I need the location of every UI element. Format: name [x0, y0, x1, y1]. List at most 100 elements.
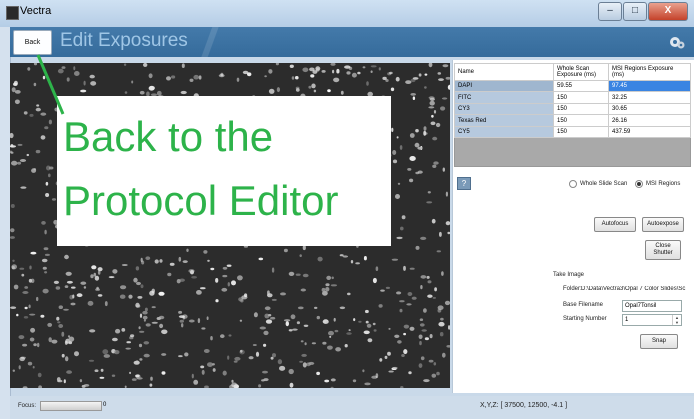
cell-nucleus — [330, 284, 338, 287]
cell-nucleus — [342, 255, 349, 258]
cell-nucleus — [429, 97, 435, 101]
spinner-arrows-icon[interactable]: ▲ ▼ — [672, 315, 681, 325]
minimize-button[interactable]: – — [598, 2, 622, 21]
cell-nucleus — [148, 73, 153, 79]
cell-nucleus — [135, 266, 140, 271]
cell-nucleus — [333, 317, 336, 322]
cell-nucleus — [258, 257, 264, 261]
cell-nucleus — [149, 85, 155, 91]
cell-nucleus — [10, 236, 15, 239]
close-window-button[interactable]: X — [648, 2, 688, 21]
row-name[interactable]: CY5 — [454, 125, 554, 139]
cell-nucleus — [395, 194, 400, 199]
cell-nucleus — [325, 321, 329, 324]
row-name[interactable]: Texas Red — [454, 114, 554, 127]
radio-whole-slide-scan[interactable]: Whole Slide Scan — [569, 180, 627, 188]
cell-nucleus — [290, 314, 296, 320]
column-header-name[interactable]: Name — [454, 63, 554, 81]
table-row[interactable]: Texas Red 150 26.16 — [454, 114, 691, 127]
cell-nucleus — [44, 271, 48, 274]
cell-nucleus — [26, 153, 30, 157]
cell-nucleus — [329, 335, 332, 338]
cell-nucleus — [262, 370, 268, 374]
cell-nucleus — [83, 384, 90, 387]
cell-nucleus — [412, 77, 419, 80]
cell-nucleus — [11, 87, 16, 93]
radio-msi-regions[interactable]: MSI Regions — [635, 180, 680, 188]
cell-nucleus — [316, 315, 320, 320]
row-whole-exposure[interactable]: 150 — [553, 91, 609, 104]
cell-nucleus — [96, 286, 99, 290]
focus-label: Focus: — [18, 403, 37, 409]
row-name[interactable]: DAPI — [454, 79, 554, 93]
exposure-table[interactable]: Name Whole Scan Exposure (ms) MSI Region… — [454, 63, 691, 167]
cell-nucleus — [417, 170, 423, 174]
cell-nucleus — [299, 254, 302, 257]
table-header-row: Name Whole Scan Exposure (ms) MSI Region… — [454, 63, 691, 81]
table-row[interactable]: CY5 150 437.59 — [454, 125, 691, 139]
window-controls: – □ X — [597, 2, 688, 21]
table-row[interactable]: DAPI 59.55 97.45 — [454, 79, 691, 93]
cell-nucleus — [423, 308, 427, 313]
cell-nucleus — [271, 298, 277, 301]
close-shutter-button[interactable]: Close Shutter — [645, 240, 681, 260]
app-icon — [6, 6, 19, 20]
cell-nucleus — [40, 112, 47, 116]
cell-nucleus — [330, 63, 336, 66]
column-header-whole-scan[interactable]: Whole Scan Exposure (ms) — [553, 63, 609, 81]
cell-nucleus — [447, 84, 450, 90]
autoexpose-button[interactable]: Autoexpose — [642, 217, 684, 232]
cell-nucleus — [30, 251, 37, 255]
cell-nucleus — [326, 275, 332, 280]
cell-nucleus — [136, 377, 143, 380]
cell-nucleus — [228, 334, 232, 337]
cell-nucleus — [271, 267, 275, 273]
starting-number-stepper[interactable]: 1 ▲ ▼ — [622, 314, 682, 326]
cell-nucleus — [44, 229, 47, 235]
cell-nucleus — [350, 260, 354, 264]
back-button[interactable]: Back — [13, 30, 52, 55]
row-msi-exposure[interactable]: 437.59 — [608, 125, 691, 139]
row-msi-exposure[interactable]: 97.45 — [608, 79, 691, 93]
table-row[interactable]: FITC 150 32.25 — [454, 91, 691, 104]
row-msi-exposure[interactable]: 30.65 — [608, 102, 691, 116]
cell-nucleus — [444, 300, 450, 306]
settings-gear-icon[interactable] — [668, 33, 686, 51]
cell-nucleus — [253, 312, 258, 318]
column-header-msi-regions[interactable]: MSI Regions Exposure (ms) — [608, 63, 691, 81]
autofocus-button[interactable]: Autofocus — [594, 217, 636, 232]
base-filename-label: Base Filename — [563, 302, 604, 308]
row-name[interactable]: CY3 — [454, 102, 554, 116]
cell-nucleus — [201, 327, 206, 330]
row-msi-exposure[interactable]: 26.16 — [608, 114, 691, 127]
help-icon[interactable]: ? — [457, 177, 471, 190]
row-whole-exposure[interactable]: 150 — [553, 125, 609, 139]
cell-nucleus — [123, 63, 127, 66]
snap-button[interactable]: Snap — [640, 334, 678, 349]
cell-nucleus — [128, 294, 133, 299]
cell-nucleus — [90, 81, 97, 86]
maximize-button[interactable]: □ — [623, 2, 647, 21]
cell-nucleus — [37, 372, 42, 378]
cell-nucleus — [432, 164, 437, 168]
row-whole-exposure[interactable]: 59.55 — [553, 79, 609, 93]
cell-nucleus — [288, 271, 295, 276]
cell-nucleus — [161, 329, 168, 335]
cell-nucleus — [268, 69, 273, 74]
cell-nucleus — [317, 256, 323, 262]
row-whole-exposure[interactable]: 150 — [553, 114, 609, 127]
row-msi-exposure[interactable]: 32.25 — [608, 91, 691, 104]
row-whole-exposure[interactable]: 150 — [553, 102, 609, 116]
cell-nucleus — [240, 298, 244, 303]
cell-nucleus — [171, 75, 176, 79]
cell-nucleus — [89, 329, 96, 333]
cell-nucleus — [268, 88, 275, 94]
cell-nucleus — [427, 280, 432, 284]
base-filename-input[interactable]: Opal7Tonsil — [622, 300, 682, 312]
cell-nucleus — [42, 288, 49, 294]
cell-nucleus — [44, 253, 50, 256]
cell-nucleus — [380, 289, 385, 292]
row-name[interactable]: FITC — [454, 91, 554, 104]
cell-nucleus — [124, 91, 128, 94]
table-row[interactable]: CY3 150 30.65 — [454, 102, 691, 116]
